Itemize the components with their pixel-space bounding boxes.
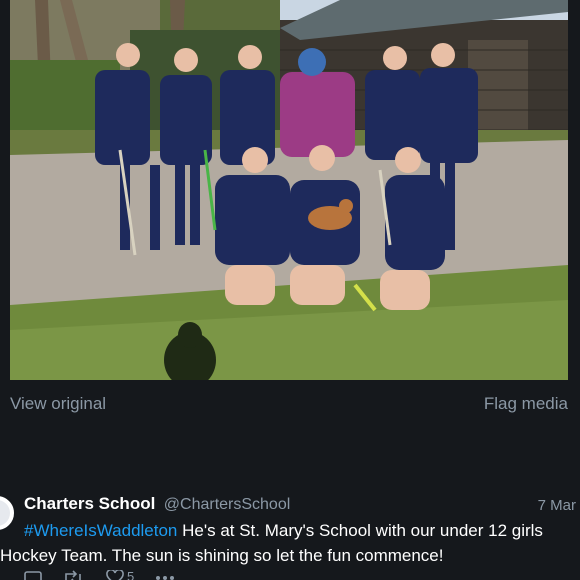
retweet-button[interactable] <box>62 570 84 580</box>
hashtag-link[interactable]: #WhereIsWaddleton <box>24 521 177 540</box>
media-actions-bar: View original Flag media <box>10 394 568 418</box>
avatar-image <box>0 500 10 526</box>
user-handle[interactable]: @ChartersSchool <box>164 496 291 513</box>
tweet: Charters School @ChartersSchool 7 Mar #W… <box>0 486 580 580</box>
heart-icon <box>106 570 124 580</box>
tweet-text-line-2: Hockey Team. The sun is shining so let t… <box>0 546 444 565</box>
tweet-actions: 5 <box>24 570 324 580</box>
view-original-link[interactable]: View original <box>10 394 106 414</box>
tweet-timestamp[interactable]: 7 Mar <box>538 497 576 514</box>
tweet-text-line-1: #WhereIsWaddleton He's at St. Mary's Sch… <box>24 518 580 543</box>
reply-icon <box>24 571 42 580</box>
reply-button[interactable] <box>24 570 42 580</box>
display-name[interactable]: Charters School <box>24 494 155 513</box>
tweet-text-line-1-rest: He's at St. Mary's School with our under… <box>177 521 543 540</box>
more-options-button[interactable] <box>154 570 176 580</box>
media-viewer: View original Flag media Charters School… <box>0 0 580 580</box>
avatar[interactable] <box>0 494 16 532</box>
like-button[interactable]: 5 <box>106 570 134 580</box>
more-dots-icon <box>156 576 174 580</box>
like-count: 5 <box>127 569 135 580</box>
retweet-icon <box>65 570 81 580</box>
tweet-header: Charters School @ChartersSchool 7 Mar <box>24 494 580 516</box>
flag-media-link[interactable]: Flag media <box>484 394 568 414</box>
tweet-text: #WhereIsWaddleton He's at St. Mary's Sch… <box>0 518 580 568</box>
photo-illustration <box>10 0 568 380</box>
tweet-photo[interactable] <box>10 0 568 380</box>
